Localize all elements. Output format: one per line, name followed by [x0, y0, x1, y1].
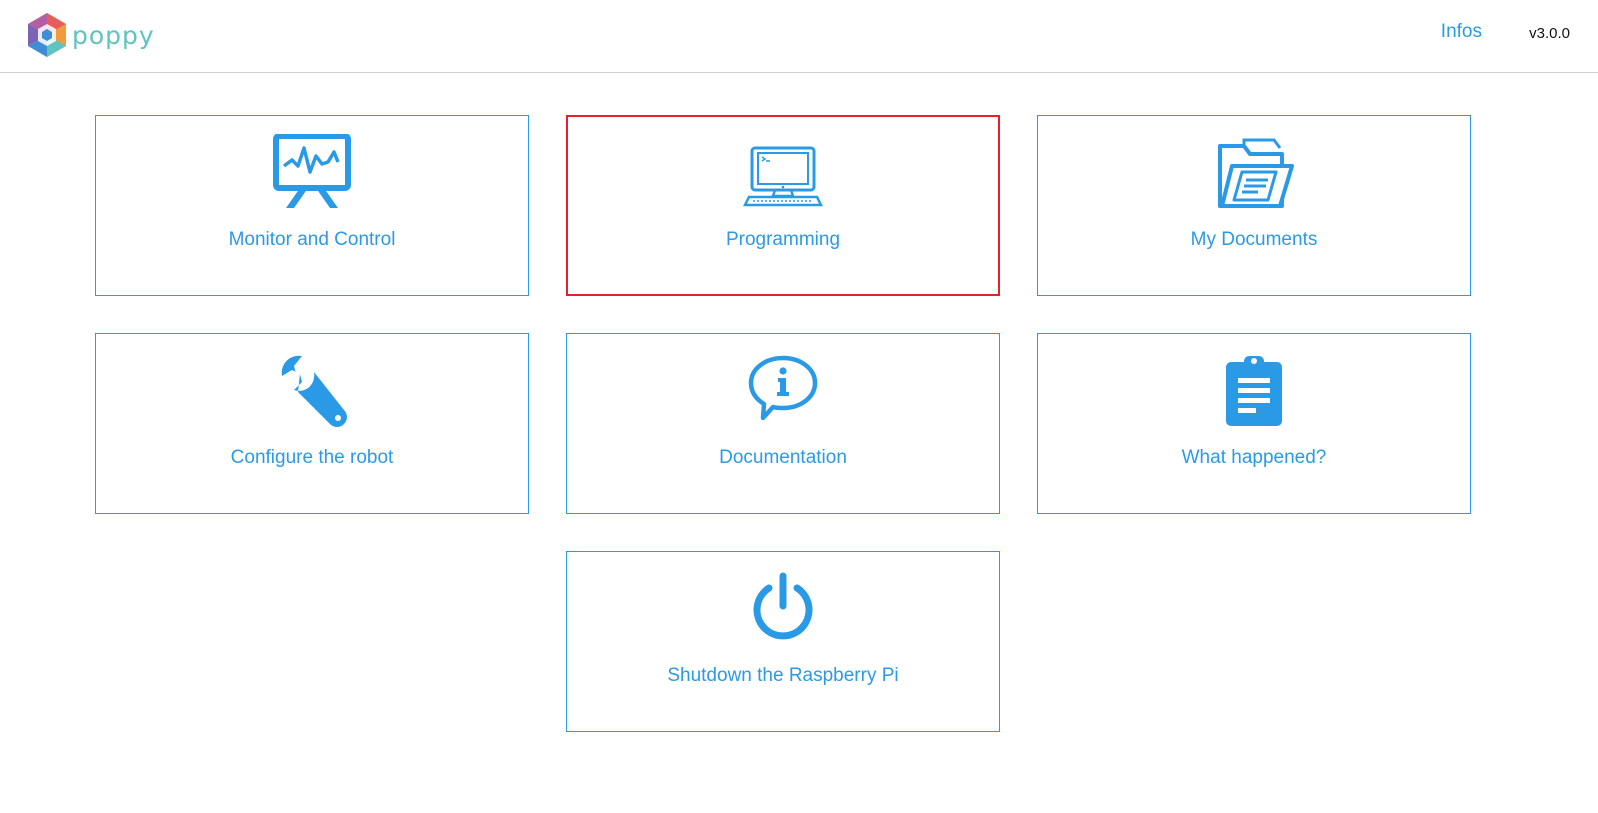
tile-label: Configure the robot [230, 447, 394, 468]
version-label: v3.0.0 [1529, 25, 1570, 42]
desktop-computer-icon [743, 146, 823, 207]
power-icon [753, 572, 813, 640]
tile-label: Documentation [719, 447, 847, 468]
poppy-logo[interactable]: poppy [26, 12, 155, 58]
wrench-icon [281, 355, 347, 427]
tile-configure-the-robot[interactable]: Configure the robot [95, 333, 529, 514]
tile-label: Shutdown the Raspberry Pi [667, 665, 899, 686]
tile-programming[interactable]: Programming [566, 115, 1000, 296]
tile-documentation[interactable]: Documentation [566, 333, 1000, 514]
tile-what-happened[interactable]: What happened? [1037, 333, 1471, 514]
top-header: poppy Infos v3.0.0 [0, 0, 1598, 73]
clipboard-icon [1226, 356, 1282, 426]
folder-documents-icon [1218, 138, 1294, 208]
infos-link[interactable]: Infos [1441, 21, 1482, 43]
poppy-hexagon-logo-icon [28, 13, 66, 57]
logo-text: poppy [72, 20, 155, 50]
tile-shutdown-raspberry-pi[interactable]: Shutdown the Raspberry Pi [566, 551, 1000, 732]
tile-label: Monitor and Control [228, 229, 396, 250]
tile-label: My Documents [1190, 229, 1318, 250]
tile-my-documents[interactable]: My Documents [1037, 115, 1471, 296]
info-speech-bubble-icon [748, 355, 818, 421]
tile-label: Programming [725, 229, 841, 250]
tile-monitor-and-control[interactable]: Monitor and Control [95, 115, 529, 296]
tile-label: What happened? [1181, 447, 1327, 468]
presentation-chart-icon [273, 134, 351, 208]
